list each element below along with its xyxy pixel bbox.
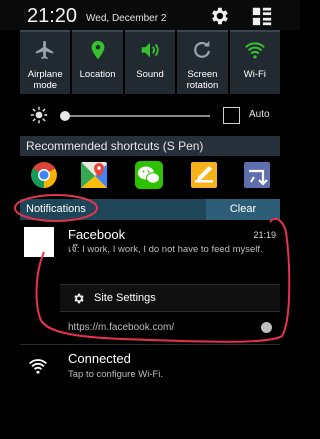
maps-icon[interactable] [79, 160, 109, 190]
gear-icon [74, 293, 84, 304]
status-bar: 21:20 Wed, December 2 [0, 0, 300, 30]
auto-brightness-checkbox[interactable] [223, 107, 240, 124]
chrome-small-icon [261, 322, 272, 333]
notification-app-name: Facebook [68, 227, 126, 242]
toggle-wifi[interactable]: Wi-Fi [229, 30, 281, 94]
brightness-icon [30, 106, 48, 124]
wifi-notification[interactable]: Connected Tap to configure Wi-Fi. [20, 348, 280, 388]
location-pin-icon [91, 40, 105, 60]
chrome-icon[interactable] [29, 160, 59, 190]
notification-url: https://m.facebook.com/ [68, 322, 175, 333]
brightness-row: Auto [0, 100, 300, 130]
notification-message: เจ๊: I work, I work, I do not have to fe… [68, 244, 263, 255]
shortcuts-header: Recommended shortcuts (S Pen) [20, 136, 280, 156]
toggle-sound[interactable]: Sound [124, 30, 176, 94]
notification-time: 21:19 [253, 230, 276, 240]
clock: 21:20 [27, 5, 78, 27]
speaker-icon [141, 42, 159, 58]
wifi-icon [244, 42, 265, 59]
wifi-notification-subtitle: Tap to configure Wi-Fi. [68, 369, 164, 380]
grid-list-icon[interactable] [250, 5, 274, 27]
toggle-label: Location [79, 69, 116, 80]
toggle-airplane-mode[interactable]: Airplane mode [20, 30, 71, 94]
shortcuts-row [20, 160, 280, 194]
shortcuts-title: Recommended shortcuts (S Pen) [26, 139, 204, 153]
wifi-icon [29, 359, 47, 374]
rotation-icon [194, 40, 211, 58]
airplane-icon [36, 40, 54, 60]
auto-brightness-label: Auto [249, 109, 270, 120]
brightness-slider[interactable] [62, 115, 210, 117]
wechat-icon[interactable] [134, 160, 164, 190]
notifications-title: Notifications [26, 203, 86, 215]
memo-icon[interactable] [189, 160, 219, 190]
brightness-slider-thumb[interactable] [59, 111, 70, 121]
facebook-app-icon [24, 227, 54, 257]
facebook-notification[interactable]: Facebook 21:19 เจ๊: I work, I work, I do… [20, 222, 280, 342]
notifications-header: Notifications Clear [20, 199, 280, 220]
gear-icon[interactable] [207, 5, 231, 27]
toggle-label: Airplane mode [27, 69, 63, 91]
notification-divider [20, 344, 280, 345]
pen-window-icon[interactable] [242, 160, 272, 190]
toggle-location[interactable]: Location [72, 30, 123, 94]
toggle-label: Wi-Fi [243, 69, 266, 80]
toggle-label: Sound [136, 69, 164, 80]
toggle-screen-rotation[interactable]: Screen rotation [177, 30, 228, 94]
clear-label: Clear [229, 203, 257, 215]
site-settings-button[interactable]: Site Settings [60, 284, 280, 312]
date: Wed, December 2 [86, 13, 167, 24]
quick-settings-toggles: Airplane mode Location Sound Screen rota… [20, 30, 281, 94]
clear-button[interactable]: Clear [206, 199, 280, 220]
toggle-label: Screen rotation [186, 69, 219, 91]
site-settings-label: Site Settings [94, 292, 156, 304]
wifi-notification-title: Connected [68, 351, 131, 366]
